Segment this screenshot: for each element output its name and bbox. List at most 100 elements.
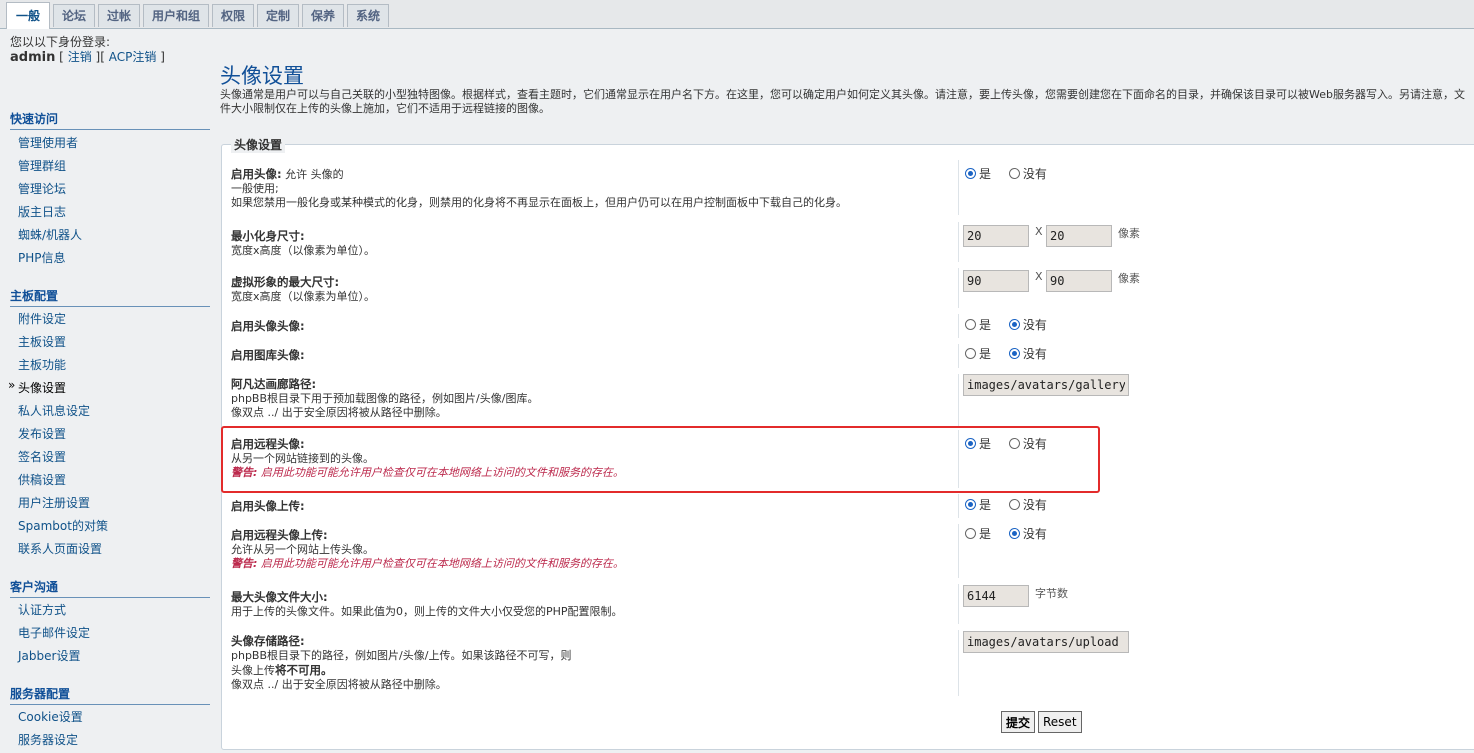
nav-item-authentication[interactable]: 认证方式 xyxy=(18,601,66,618)
column-divider xyxy=(958,630,959,696)
storage-path-input[interactable] xyxy=(963,631,1129,653)
setting-desc: 用于上传的头像文件。如果此值为0，则上传的文件大小仅受您的PHP配置限制。 xyxy=(231,605,623,618)
setting-storage-path-label: 头像存储路径: phpBB根目录下的路径，例如图片/头像/上传。如果该路径不可写… xyxy=(231,634,951,692)
warning-label: 警告: xyxy=(231,557,258,570)
setting-desc: phpBB根目录下的路径，例如图片/头像/上传。如果该路径不可写，则 xyxy=(231,649,572,662)
setting-enable-avatars-label: 启用头像: 允许 头像的 一般使用; 如果您禁用一般化身或某种模式的化身，则禁用… xyxy=(231,167,951,210)
logout-link[interactable]: 注销 xyxy=(68,50,92,64)
radio-no[interactable] xyxy=(1008,348,1020,359)
setting-title: 最大头像文件大小: xyxy=(231,590,328,604)
setting-enable-library-label: 启用图库头像: xyxy=(231,348,951,363)
bytes-unit: 字节数 xyxy=(1035,587,1068,600)
setting-title: 启用头像头像: xyxy=(231,319,305,333)
bracket: [ xyxy=(100,50,105,64)
acp-logout-link[interactable]: ACP注销 xyxy=(109,50,157,64)
radio-yes[interactable] xyxy=(965,319,976,330)
enable-library-radio-group: 是 没有 xyxy=(965,345,1061,361)
tab-forums[interactable]: 论坛 xyxy=(53,4,95,27)
column-divider xyxy=(958,222,959,262)
setting-desc: 一般使用; xyxy=(231,182,279,195)
max-filesize-input[interactable] xyxy=(963,585,1029,607)
enable-gallery-radio-group: 是 没有 xyxy=(965,316,1061,332)
setting-title-extra: 允许 头像的 xyxy=(285,168,344,181)
nav-item-spiders-bots[interactable]: 蜘蛛/机器人 xyxy=(18,226,82,243)
tab-general[interactable]: 一般 xyxy=(6,2,50,29)
setting-desc: 头像上传 xyxy=(231,664,275,677)
radio-yes-label: 是 xyxy=(979,318,992,332)
warning-text: 启用此功能可能允许用户检查仅可在本地网络上访问的文件和服务的存在。 xyxy=(260,557,624,570)
nav-item-board-features[interactable]: 主板功能 xyxy=(18,356,66,373)
nav-item-email-settings[interactable]: 电子邮件设定 xyxy=(18,624,90,641)
nav-item-feed-settings[interactable]: 供稿设置 xyxy=(18,471,66,488)
page-title: 头像设置 xyxy=(220,64,304,88)
login-username: admin xyxy=(10,50,56,65)
setting-enable-remote-upload-label: 启用远程头像上传: 允许从另一个网站上传头像。 警告: 启用此功能可能允许用户检… xyxy=(231,528,951,571)
radio-yes[interactable] xyxy=(965,499,976,510)
setting-desc: 像双点 ../ 出于安全原因将被从路径中删除。 xyxy=(231,406,447,419)
setting-max-filesize-label: 最大头像文件大小: 用于上传的头像文件。如果此值为0，则上传的文件大小仅受您的P… xyxy=(231,590,951,619)
setting-title: 启用头像上传: xyxy=(231,499,305,513)
nav-item-server-settings[interactable]: 服务器设定 xyxy=(18,731,78,748)
enable-remote-upload-radio-group: 是 没有 xyxy=(965,525,1061,541)
column-divider xyxy=(958,374,959,426)
bracket: ] xyxy=(160,50,165,64)
radio-yes-label: 是 xyxy=(979,167,992,181)
tab-system[interactable]: 系统 xyxy=(347,4,389,27)
setting-min-size-label: 最小化身尺寸: 宽度x高度（以像素为单位）。 xyxy=(231,229,951,258)
radio-yes[interactable] xyxy=(965,528,976,539)
reset-button[interactable]: Reset xyxy=(1038,711,1082,733)
pixel-unit: 像素 xyxy=(1118,272,1140,285)
tab-permissions[interactable]: 权限 xyxy=(212,4,254,27)
setting-desc: 宽度x高度（以像素为单位）。 xyxy=(231,244,376,257)
column-divider xyxy=(958,344,959,368)
nav-heading-board-config: 主板配置 xyxy=(10,287,210,307)
nav-item-post-settings[interactable]: 发布设置 xyxy=(18,425,66,442)
nav-item-manage-users[interactable]: 管理使用者 xyxy=(18,134,78,151)
setting-enable-gallery-label: 启用头像头像: xyxy=(231,319,951,334)
max-width-input[interactable] xyxy=(963,270,1029,292)
column-divider xyxy=(958,268,959,308)
radio-yes-label: 是 xyxy=(979,347,992,361)
radio-no[interactable] xyxy=(1008,528,1020,539)
tab-users-groups[interactable]: 用户和组 xyxy=(143,4,209,27)
nav-item-signature-settings[interactable]: 签名设置 xyxy=(18,448,66,465)
dimension-separator: X xyxy=(1035,225,1043,238)
max-height-input[interactable] xyxy=(1046,270,1112,292)
nav-item-manage-groups[interactable]: 管理群组 xyxy=(18,157,66,174)
setting-title: 头像存储路径: xyxy=(231,634,305,648)
nav-item-pm-settings[interactable]: 私人讯息设定 xyxy=(18,402,90,419)
radio-yes-label: 是 xyxy=(979,498,992,512)
min-width-input[interactable] xyxy=(963,225,1029,247)
tab-maintenance[interactable]: 保养 xyxy=(302,4,344,27)
nav-item-spambot[interactable]: Spambot的对策 xyxy=(18,517,108,534)
radio-no[interactable] xyxy=(1008,499,1020,510)
top-tab-bar: 一般 论坛 过帐 用户和组 权限 定制 保养 系统 xyxy=(0,0,1474,29)
nav-item-board-settings[interactable]: 主板设置 xyxy=(18,333,66,350)
radio-no-label: 没有 xyxy=(1022,347,1047,361)
nav-item-cookie-settings[interactable]: Cookie设置 xyxy=(18,708,83,725)
gallery-path-input[interactable] xyxy=(963,374,1129,396)
nav-item-php-info[interactable]: PHP信息 xyxy=(18,249,66,266)
bracket: [ xyxy=(59,50,64,64)
nav-item-moderator-log[interactable]: 版主日志 xyxy=(18,203,66,220)
enable-avatars-radio-group: 是 没有 xyxy=(965,165,1061,181)
radio-no[interactable] xyxy=(1008,319,1020,330)
nav-item-avatar-settings[interactable]: 头像设置 xyxy=(8,378,66,396)
nav-item-contact-page[interactable]: 联系人页面设置 xyxy=(18,540,102,557)
nav-heading-client-communication: 客户沟通 xyxy=(10,578,210,598)
setting-title: 启用远程头像上传: xyxy=(231,528,328,542)
nav-item-manage-forums[interactable]: 管理论坛 xyxy=(18,180,66,197)
min-height-input[interactable] xyxy=(1046,225,1112,247)
tab-customise[interactable]: 定制 xyxy=(257,4,299,27)
submit-button[interactable]: 提交 xyxy=(1001,711,1036,733)
radio-yes[interactable] xyxy=(965,348,976,359)
radio-no[interactable] xyxy=(1008,168,1020,179)
column-divider xyxy=(958,584,959,624)
nav-item-attachment-settings[interactable]: 附件设定 xyxy=(18,310,66,327)
nav-item-registration-settings[interactable]: 用户注册设置 xyxy=(18,494,90,511)
radio-yes[interactable] xyxy=(965,168,976,179)
tab-posting[interactable]: 过帐 xyxy=(98,4,140,27)
nav-item-jabber-settings[interactable]: Jabber设置 xyxy=(18,647,80,664)
setting-title: 阿凡达画廊路径: xyxy=(231,377,317,391)
highlight-box xyxy=(221,426,1100,493)
